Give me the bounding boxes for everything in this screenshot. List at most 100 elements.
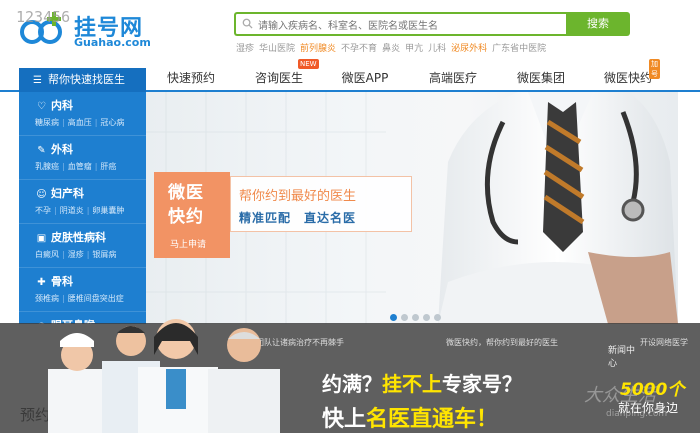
disease-link[interactable]: 银屑病	[92, 250, 116, 259]
nav-item-group[interactable]: 微医集团	[516, 67, 566, 90]
skin-icon: ▣	[36, 233, 47, 244]
promo-message: 帮你约到最好的医生 精准匹配 直达名医	[230, 176, 412, 232]
hot-tag-link[interactable]: 儿科	[428, 44, 446, 54]
ad-line2-part2: 名医直通车！	[366, 407, 499, 432]
hot-tag-link[interactable]: 泌尿外科	[451, 44, 487, 54]
hot-search-tags: 湿疹 华山医院 前列腺炎 不孕不育 鼻炎 甲亢 儿科 泌尿外科 广东省中医院	[236, 41, 551, 54]
disease-link[interactable]: 腰椎间盘突出症	[68, 294, 124, 303]
category-scalpel[interactable]: ✎ 外科 乳腺癌 | 血管瘤 | 肝癌	[19, 136, 146, 180]
hot-tag-link[interactable]: 前列腺炎	[300, 44, 336, 54]
category-baby[interactable]: ☺ 妇产科 不孕 | 阴道炎 | 卵巢囊肿	[19, 180, 146, 224]
logo-subtitle: Guahao.com	[74, 36, 151, 49]
ad-line1-part1: 约满？	[322, 372, 382, 396]
sidebar-header[interactable]: ☰ 帮你快速找医生	[19, 68, 146, 92]
disease-link[interactable]: 颈椎病	[35, 294, 59, 303]
quick-appointment-tag[interactable]: 微医 快约 马上申请	[154, 172, 230, 258]
nav-item-quick-booking[interactable]: 快速预约	[166, 67, 216, 90]
disease-link[interactable]: 冠心病	[100, 118, 124, 127]
heart-icon: ♡	[37, 101, 46, 112]
ad-line2-part1: 快上	[322, 407, 367, 432]
category-sub-links: 糖尿病 | 高血压 | 冠心病	[35, 117, 146, 128]
carousel-dot[interactable]	[423, 314, 430, 321]
apply-now-link[interactable]: 马上申请	[170, 237, 206, 250]
category-sub-links: 乳腺癌 | 血管瘤 | 肝癌	[35, 161, 146, 172]
category-title: ▣ 皮肤性病科	[35, 230, 146, 245]
hot-tag-link[interactable]: 不孕不育	[341, 44, 377, 54]
separator: |	[54, 206, 57, 215]
disease-link[interactable]: 湿疹	[68, 250, 84, 259]
page: 挂号网 Guahao.com 123456 搜索 湿疹华山医院前列腺炎不孕不育鼻…	[0, 0, 700, 433]
carousel-dot[interactable]	[412, 314, 419, 321]
nav-item-label: 微医集团	[516, 71, 565, 85]
carousel-dot[interactable]	[434, 314, 441, 321]
disease-link[interactable]: 高血压	[68, 118, 92, 127]
search-icon	[242, 18, 253, 29]
separator: |	[62, 250, 65, 259]
category-label: 妇产科	[51, 187, 84, 200]
site-header: 挂号网 Guahao.com 123456 搜索 湿疹华山医院前列腺炎不孕不育鼻…	[0, 0, 700, 62]
category-sub-links: 不孕 | 阴道炎 | 卵巢囊肿	[35, 205, 146, 216]
search-button[interactable]: 搜索	[566, 12, 630, 36]
hot-tag-link[interactable]: 广东省中医院	[492, 44, 546, 54]
hot-tag-link[interactable]: 华山医院	[259, 44, 295, 54]
category-label: 皮肤性病科	[51, 231, 106, 244]
carousel-dots	[390, 306, 445, 321]
search-input[interactable]	[236, 16, 536, 37]
category-title: ♡ 内科	[35, 98, 146, 113]
promotional-ad-overlay[interactable]: 专家团队让诸病治疗不再棘手 微医快约，帮你约到最好的医生 新闻中心 开设网络医学	[0, 319, 700, 433]
category-heart[interactable]: ♡ 内科 糖尿病 | 高血压 | 冠心病	[19, 92, 146, 136]
nav-item-consult-doctor[interactable]: 咨询医生 NEW	[252, 59, 319, 90]
disease-link[interactable]: 卵巢囊肿	[92, 206, 124, 215]
category-label: 内科	[51, 99, 73, 112]
plus-badge: 加号	[649, 59, 660, 79]
disease-link[interactable]: 血管瘤	[68, 162, 92, 171]
disease-link[interactable]: 糖尿病	[35, 118, 59, 127]
hot-tag-link[interactable]: 甲亢	[405, 44, 423, 54]
category-title: ☺ 妇产科	[35, 186, 146, 201]
ad-headline-1: 约满？挂不上专家号？	[322, 368, 522, 397]
hot-tag-link[interactable]: 鼻炎	[382, 44, 400, 54]
ad-line1-part3: 专家号？	[442, 372, 522, 396]
ad-right-callout[interactable]: 5000个 就在你身边	[612, 375, 700, 423]
disease-link[interactable]: 白癜风	[35, 250, 59, 259]
ad-nearby-text: 就在你身边	[618, 401, 679, 415]
nav-item-premium-care[interactable]: 高端医疗	[428, 67, 478, 90]
hero-banner[interactable]: 微医 快约 马上申请 帮你约到最好的医生 精准匹配 直达名医	[146, 92, 678, 324]
category-skin[interactable]: ▣ 皮肤性病科 白癜风 | 湿疹 | 银屑病	[19, 224, 146, 268]
ad-count: 5000个	[620, 380, 685, 400]
carousel-dot[interactable]	[390, 314, 397, 321]
separator: |	[94, 118, 98, 127]
disease-link[interactable]: 乳腺癌	[35, 162, 59, 171]
separator: |	[94, 162, 98, 171]
search-box	[234, 12, 566, 37]
news-center-label[interactable]: 新闻中心	[608, 343, 636, 369]
scalpel-icon: ✎	[37, 145, 46, 156]
promo-headline: 帮你约到最好的医生	[239, 189, 357, 204]
promo-tagline: 精准匹配 直达名医	[239, 211, 357, 225]
doctor-illustration	[438, 92, 678, 324]
hot-tag-link[interactable]: 湿疹	[236, 44, 254, 54]
ad-line1-part2: 挂不上	[382, 372, 442, 396]
disease-link[interactable]: 不孕	[35, 206, 51, 215]
logo-overlay-digits: 123456	[16, 8, 71, 26]
nav-item-label: 高端医疗	[428, 71, 477, 85]
separator: |	[86, 250, 90, 259]
ad-right-text: 开设网络医学	[640, 338, 688, 347]
new-badge: NEW	[298, 59, 319, 69]
menu-icon: ☰	[33, 75, 42, 86]
ad-headline-2: 快上名医直通车！	[322, 401, 498, 433]
disease-link[interactable]: 阴道炎	[60, 206, 84, 215]
separator: |	[62, 118, 65, 127]
disease-link[interactable]: 肝癌	[100, 162, 116, 171]
category-title: ✚ 骨科	[35, 274, 146, 289]
carousel-dot[interactable]	[401, 314, 408, 321]
nav-item-quick-appointment[interactable]: 微医快约 加号	[603, 59, 660, 90]
bone-icon: ✚	[37, 277, 46, 288]
doctors-group-illustration	[48, 319, 280, 433]
ad-right-title: 微医快约，帮你约到最好的医生	[446, 338, 558, 347]
category-bone[interactable]: ✚ 骨科 颈椎病 | 腰椎间盘突出症	[19, 268, 146, 312]
nav-item-label: 快速预约	[166, 71, 215, 85]
nav-item-label: 微医APP	[341, 71, 389, 85]
nav-item-app[interactable]: 微医APP	[340, 67, 390, 90]
category-label: 骨科	[51, 275, 73, 288]
